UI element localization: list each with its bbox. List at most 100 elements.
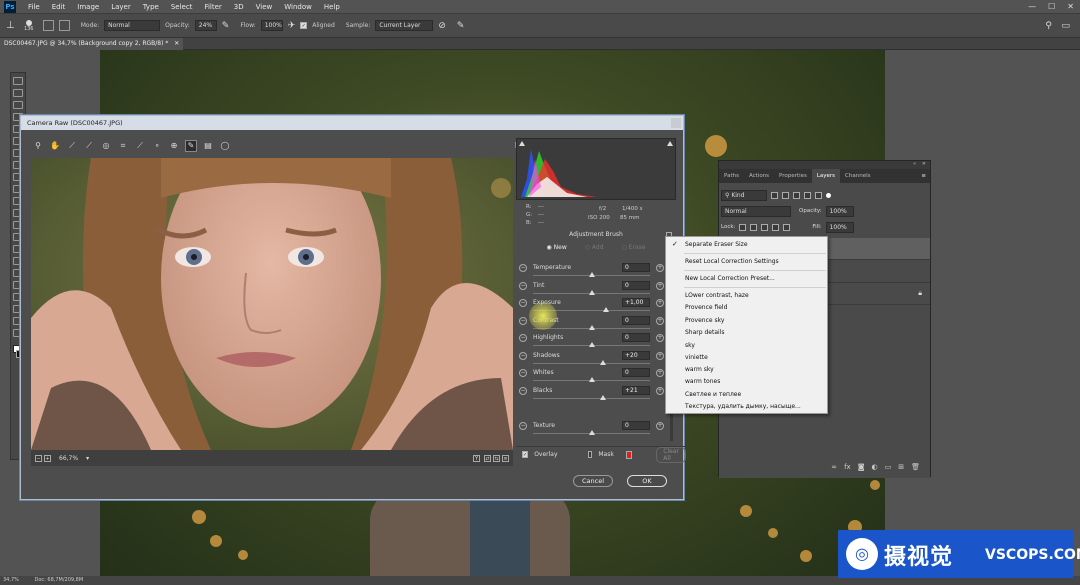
- adjustment-brush-tool-icon[interactable]: ✎: [185, 140, 197, 152]
- slider-thumb[interactable]: [588, 342, 595, 347]
- cancel-button[interactable]: Cancel: [573, 475, 613, 487]
- menu-type[interactable]: Type: [137, 3, 165, 11]
- color-sampler-tool-icon[interactable]: ⟋: [84, 141, 94, 151]
- blend-mode-select[interactable]: Normal: [721, 205, 791, 217]
- close-tab-icon[interactable]: ✕: [174, 40, 179, 47]
- increase-icon[interactable]: +: [656, 281, 664, 290]
- lasso-tool-icon[interactable]: [13, 101, 23, 109]
- increase-icon[interactable]: +: [656, 369, 664, 377]
- menu-item-new-local-preset[interactable]: New Local Correction Preset...: [685, 275, 775, 282]
- slider-value-field[interactable]: 0: [622, 315, 650, 325]
- slider-value-field[interactable]: +20: [622, 350, 650, 360]
- decrease-icon[interactable]: −: [519, 369, 527, 377]
- menu-item-preset[interactable]: LOwer contrast, haze: [685, 292, 749, 299]
- dialog-close-button[interactable]: [671, 118, 681, 128]
- zoom-in-button[interactable]: +: [44, 454, 51, 462]
- decrease-icon[interactable]: −: [519, 316, 527, 325]
- menu-item-preset[interactable]: Светлее и теплее: [685, 391, 741, 398]
- radial-filter-tool-icon[interactable]: ◯: [220, 141, 230, 151]
- slider-track[interactable]: [533, 397, 650, 399]
- clone-stamp-tool-icon[interactable]: ⊥: [6, 20, 15, 31]
- slider-value-field[interactable]: +1,00: [622, 298, 650, 307]
- slider-thumb[interactable]: [588, 324, 595, 330]
- link-layers-icon[interactable]: ∞: [831, 463, 837, 471]
- maximize-icon[interactable]: ☐: [1048, 2, 1055, 11]
- lock-all-icon[interactable]: [783, 223, 791, 231]
- sample-select[interactable]: Current Layer: [375, 20, 434, 31]
- hand-tool-icon[interactable]: ✋: [50, 141, 60, 151]
- decrease-icon[interactable]: −: [519, 351, 527, 360]
- aligned-checkbox[interactable]: ✓: [300, 22, 308, 29]
- brush-settings-icon[interactable]: [42, 20, 54, 31]
- ok-button[interactable]: OK: [627, 475, 667, 487]
- mode-select[interactable]: Normal: [104, 20, 161, 31]
- menu-item-preset[interactable]: Sharp details: [685, 329, 724, 336]
- slider-value-field[interactable]: 0: [622, 368, 650, 377]
- mask-checkbox[interactable]: [587, 451, 593, 458]
- before-after-button[interactable]: ⇄: [484, 454, 491, 462]
- decrease-icon[interactable]: −: [519, 281, 527, 290]
- menu-item-preset[interactable]: warm sky: [685, 366, 714, 373]
- menu-image[interactable]: Image: [71, 3, 105, 11]
- panel-menu-icon[interactable]: ≡: [921, 169, 930, 183]
- lock-artboard-icon[interactable]: [772, 223, 780, 231]
- photo-preview[interactable]: [31, 158, 513, 450]
- group-icon[interactable]: ▭: [885, 463, 892, 471]
- spot-removal-tool-icon[interactable]: ∘: [152, 141, 162, 151]
- slider-thumb[interactable]: [602, 307, 609, 312]
- layer-opacity-field[interactable]: 100%: [825, 205, 854, 217]
- graduated-filter-tool-icon[interactable]: ▤: [203, 141, 213, 151]
- view-y-button[interactable]: Y: [473, 454, 480, 462]
- mode-new[interactable]: ◉ New: [547, 244, 567, 251]
- airbrush-icon[interactable]: ✈: [288, 21, 296, 31]
- slider-track[interactable]: [533, 362, 650, 364]
- slider-thumb[interactable]: [600, 359, 607, 365]
- red-eye-tool-icon[interactable]: ⊕: [169, 141, 179, 151]
- slider-thumb[interactable]: [588, 430, 595, 435]
- menu-layer[interactable]: Layer: [105, 3, 137, 11]
- zoom-level[interactable]: 66,7%: [59, 455, 78, 462]
- white-balance-tool-icon[interactable]: ⟋: [67, 141, 77, 151]
- workspace-icon[interactable]: ▭: [1061, 21, 1070, 31]
- adjustment-layer-icon[interactable]: ◐: [872, 463, 878, 471]
- new-layer-icon[interactable]: ⊞: [898, 463, 904, 471]
- filter-smart-object-icon[interactable]: [815, 191, 822, 199]
- decrease-icon[interactable]: −: [519, 299, 527, 307]
- tab-properties[interactable]: Properties: [774, 169, 812, 183]
- move-tool-icon[interactable]: [13, 77, 23, 85]
- slider-value-field[interactable]: 0: [622, 280, 650, 290]
- lock-position-icon[interactable]: [761, 223, 769, 231]
- straighten-tool-icon[interactable]: ⟋: [135, 141, 145, 151]
- slider-thumb[interactable]: [588, 289, 595, 295]
- overlay-checkbox[interactable]: ✓: [522, 451, 529, 458]
- minimize-icon[interactable]: —: [1028, 2, 1036, 11]
- menu-edit[interactable]: Edit: [46, 3, 72, 11]
- increase-icon[interactable]: +: [656, 386, 664, 395]
- zoom-tool-icon[interactable]: ⚲: [33, 141, 43, 151]
- slider-value-field[interactable]: 0: [622, 333, 650, 342]
- tab-channels[interactable]: Channels: [840, 169, 875, 183]
- pressure-size-icon[interactable]: ✎: [457, 21, 465, 31]
- marquee-tool-icon[interactable]: [13, 89, 23, 97]
- increase-icon[interactable]: +: [656, 264, 664, 272]
- targeted-adjustment-tool-icon[interactable]: ◎: [101, 141, 111, 151]
- filter-toggle-icon[interactable]: [826, 192, 831, 198]
- slider-thumb[interactable]: [600, 394, 607, 400]
- opacity-field[interactable]: 24%: [194, 20, 217, 31]
- menu-item-preset[interactable]: Provence sky: [685, 317, 724, 324]
- filter-adjustment-icon[interactable]: [782, 191, 789, 199]
- add-mask-icon[interactable]: ◙: [858, 463, 865, 471]
- layer-style-icon[interactable]: fx: [844, 463, 851, 471]
- kind-filter-select[interactable]: ⚲ Kind: [721, 189, 767, 201]
- delete-layer-icon[interactable]: 🗑︎: [911, 463, 920, 471]
- filter-pixel-icon[interactable]: [771, 191, 778, 199]
- slider-thumb[interactable]: [588, 272, 595, 277]
- clone-source-icon[interactable]: [58, 20, 70, 31]
- menu-3d[interactable]: 3D: [228, 3, 250, 11]
- menu-select[interactable]: Select: [165, 3, 199, 11]
- filter-shape-icon[interactable]: [804, 191, 811, 199]
- zoom-out-button[interactable]: −: [35, 454, 42, 462]
- increase-icon[interactable]: +: [656, 299, 664, 307]
- menu-item-preset[interactable]: Provence field: [685, 304, 727, 311]
- lock-image-icon[interactable]: [750, 223, 758, 231]
